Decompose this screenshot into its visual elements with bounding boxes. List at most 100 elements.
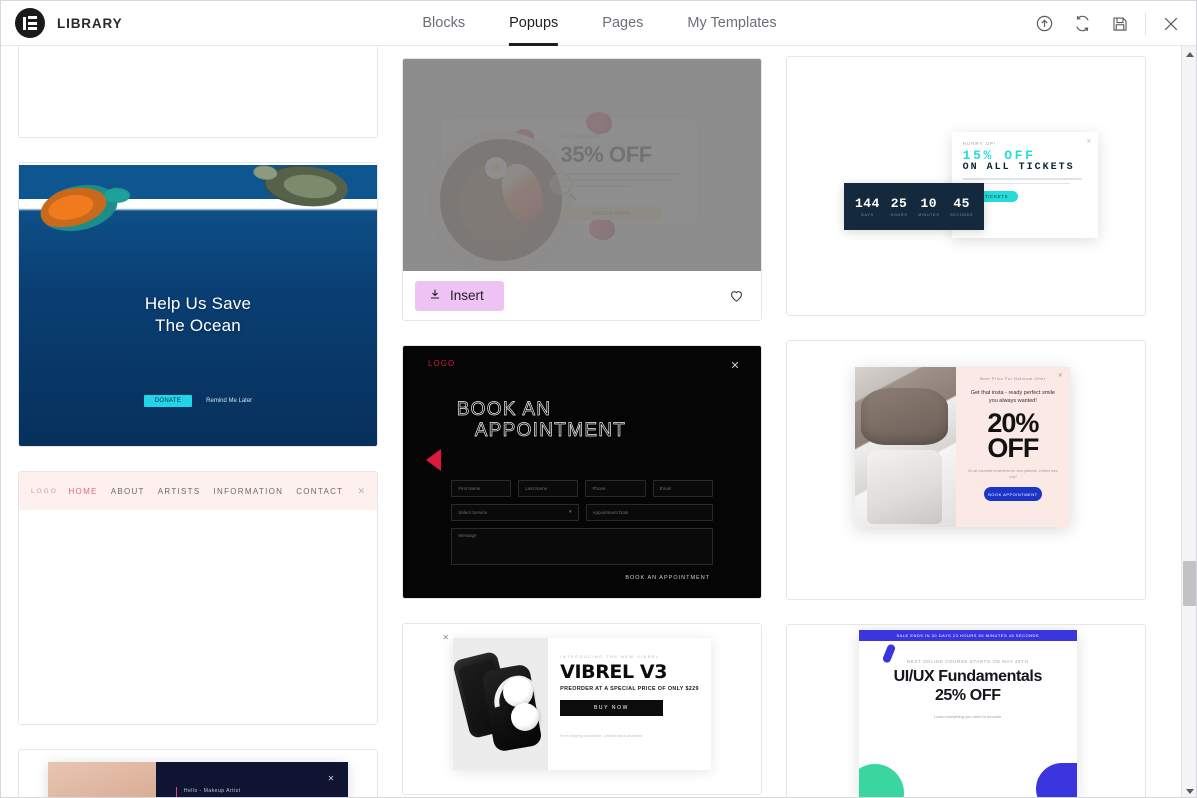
appointment-title-line1: BOOK AN (456, 398, 552, 421)
download-icon (429, 288, 441, 303)
close-icon[interactable]: ✕ (442, 633, 449, 642)
close-icon[interactable]: ✕ (1058, 372, 1063, 379)
appointment-title: BOOK AN APPOINTMENT (456, 398, 627, 442)
dessert-bowl (431, 131, 570, 270)
submit-button[interactable]: BOOK AN APPOINTMENT (625, 575, 710, 581)
template-card-chair[interactable]: ✕ Best Price For National Offer Get that… (786, 340, 1146, 600)
buy-now-button[interactable]: BUY NOW (560, 699, 663, 716)
scrollbar-thumb[interactable] (1183, 561, 1196, 606)
prev-arrow-icon[interactable] (426, 449, 442, 472)
template-thumbnail[interactable]: All Desserts 35% OFF ORDER NOW (403, 59, 761, 271)
template-thumbnail[interactable]: Help Us Save The Ocean DONATE Remind Me … (19, 163, 377, 446)
header-divider (1145, 12, 1146, 35)
chevron-up-icon[interactable] (1182, 46, 1196, 62)
tab-my-templates[interactable]: My Templates (665, 1, 798, 46)
template-card-makeup[interactable]: Hello - Makeup Artist Book An ✕ (18, 749, 378, 797)
close-icon[interactable]: ✕ (1086, 138, 1091, 145)
menu-bar: LOGO HOME ABOUT ARTISTS INFORMATION CONT… (19, 472, 377, 510)
tab-pages[interactable]: Pages (580, 1, 665, 46)
template-thumbnail[interactable]: ✕ HURRY UP! 15% OFF ON ALL TICKETS GET T… (787, 57, 1145, 315)
close-icon[interactable]: ✕ (328, 774, 335, 783)
template-grid[interactable]: Help Us Save The Ocean DONATE Remind Me … (1, 46, 1183, 797)
course-fine-print: Learn everything you need to become (934, 714, 1002, 720)
countdown-seconds: 45 SECONDS (950, 197, 973, 217)
vibrel-artwork: ✕ INTRODUCING THE NEW VIBREL VIBREL V3 P… (403, 624, 761, 794)
upload-icon[interactable] (1025, 1, 1063, 46)
menu-item-about[interactable]: ABOUT (111, 487, 145, 496)
ocean-actions: DONATE Remind Me Later (19, 395, 377, 408)
dessert-offer: 35% OFF (560, 141, 653, 167)
page-title: LIBRARY (57, 15, 123, 31)
tickets-offer: 15% OFF (962, 147, 1036, 163)
template-card-menu[interactable]: LOGO HOME ABOUT ARTISTS INFORMATION CONT… (18, 471, 378, 725)
menu-items: HOME ABOUT ARTISTS INFORMATION CONTACT (68, 487, 343, 496)
sale-countdown-bar: SALE ENDS IN 30 DAYS 23 HOURS 59 MINUTES… (858, 630, 1077, 642)
chair-offer-line2: OFF (987, 433, 1039, 464)
book-appointment-button[interactable]: BOOK APPOINTMENT (983, 487, 1042, 502)
save-icon[interactable] (1101, 1, 1139, 46)
template-card-appointment[interactable]: LOGO ✕ BOOK AN APPOINTMENT First Name La… (402, 345, 762, 599)
insert-button[interactable]: Insert (415, 280, 504, 311)
first-name-field[interactable]: First Name (451, 479, 512, 497)
menu-item-contact[interactable]: CONTACT (296, 487, 343, 496)
template-card-vibrel[interactable]: ✕ INTRODUCING THE NEW VIBREL VIBREL V3 P… (402, 623, 762, 795)
chair-photo (855, 366, 956, 527)
template-card-tickets[interactable]: ✕ HURRY UP! 15% OFF ON ALL TICKETS GET T… (786, 56, 1146, 316)
countdown-minutes: 10 MINUTES (918, 197, 939, 217)
order-now-button[interactable]: ORDER NOW (560, 207, 661, 221)
remind-later-link[interactable]: Remind Me Later (206, 398, 252, 404)
course-kicker: NEXT ONLINE COURSE STARTS ON MAY 28TH (907, 659, 1029, 665)
template-card-dessert[interactable]: All Desserts 35% OFF ORDER NOW Insert (402, 58, 762, 321)
template-card-course[interactable]: SALE ENDS IN 30 DAYS 23 HOURS 59 MINUTES… (786, 624, 1146, 797)
phone-field[interactable]: Phone (585, 479, 646, 497)
makeup-kicker: Hello - Makeup Artist (175, 787, 348, 797)
last-name-field[interactable]: Last Name (518, 479, 579, 497)
appointment-form: First Name Last Name Phone Email Select … (451, 479, 713, 581)
close-icon[interactable] (1152, 1, 1190, 46)
vertical-scrollbar[interactable] (1181, 46, 1196, 797)
message-field[interactable]: Message (451, 527, 713, 565)
grid-column-1: Help Us Save The Ocean DONATE Remind Me … (18, 46, 380, 797)
donate-button[interactable]: DONATE (143, 395, 193, 408)
template-thumbnail[interactable]: Hello - Makeup Artist Book An ✕ (19, 750, 377, 797)
close-icon[interactable]: ✕ (343, 486, 365, 497)
appointment-title-line2: APPOINTMENT (474, 420, 627, 442)
vibrel-subtitle: PREORDER AT A SPECIAL PRICE OF ONLY $229 (560, 685, 699, 692)
template-card-ocean[interactable]: Help Us Save The Ocean DONATE Remind Me … (18, 162, 378, 447)
template-thumbnail[interactable]: SALE ENDS IN 30 DAYS 23 HOURS 59 MINUTES… (787, 625, 1145, 797)
template-card[interactable] (18, 46, 378, 138)
email-field[interactable]: Email (652, 479, 713, 497)
vibrel-kicker: INTRODUCING THE NEW VIBREL (560, 653, 660, 659)
course-title-line1: UI/UX Fundamentals (893, 668, 1043, 686)
tickets-artwork: ✕ HURRY UP! 15% OFF ON ALL TICKETS GET T… (787, 57, 1145, 315)
template-thumbnail[interactable]: LOGO ✕ BOOK AN APPOINTMENT First Name La… (403, 346, 761, 598)
chair-headline: Get that insta - ready perfect smile you… (970, 389, 1055, 405)
menu-item-information[interactable]: INFORMATION (214, 487, 284, 496)
chevron-down-icon[interactable] (1182, 783, 1196, 797)
tickets-kicker: HURRY UP! (962, 140, 997, 146)
tab-popups[interactable]: Popups (487, 1, 580, 46)
template-thumbnail[interactable]: ✕ INTRODUCING THE NEW VIBREL VIBREL V3 P… (403, 624, 761, 794)
menu-item-artists[interactable]: ARTISTS (158, 487, 201, 496)
template-thumbnail[interactable]: LOGO HOME ABOUT ARTISTS INFORMATION CONT… (19, 472, 377, 724)
header-actions (1025, 1, 1190, 46)
library-modal: LIBRARY Blocks Popups Pages My Templates (0, 0, 1197, 798)
menu-item-home[interactable]: HOME (68, 487, 97, 496)
countdown-days-label: DAYS (861, 212, 874, 217)
heart-icon[interactable] (728, 287, 745, 304)
close-icon[interactable]: ✕ (730, 359, 739, 372)
date-field[interactable]: Appointment Date (585, 503, 713, 521)
course-artwork: SALE ENDS IN 30 DAYS 23 HOURS 59 MINUTES… (787, 625, 1145, 797)
ocean-artwork: Help Us Save The Ocean DONATE Remind Me … (19, 163, 377, 446)
sync-icon[interactable] (1063, 1, 1101, 46)
insert-button-label: Insert (450, 288, 484, 303)
dessert-artwork: All Desserts 35% OFF ORDER NOW (403, 59, 761, 271)
library-tabs: Blocks Popups Pages My Templates (400, 1, 798, 46)
service-select[interactable]: Select Service (451, 503, 579, 521)
grid-column-3: ✕ HURRY UP! 15% OFF ON ALL TICKETS GET T… (786, 56, 1148, 797)
template-thumbnail[interactable]: ✕ Best Price For National Offer Get that… (787, 341, 1145, 599)
vibrel-fine-print: Free shipping worldwide. Limited stock a… (560, 733, 644, 738)
countdown-seconds-value: 45 (953, 195, 970, 211)
template-thumbnail[interactable] (19, 46, 377, 137)
tab-blocks[interactable]: Blocks (400, 1, 487, 46)
